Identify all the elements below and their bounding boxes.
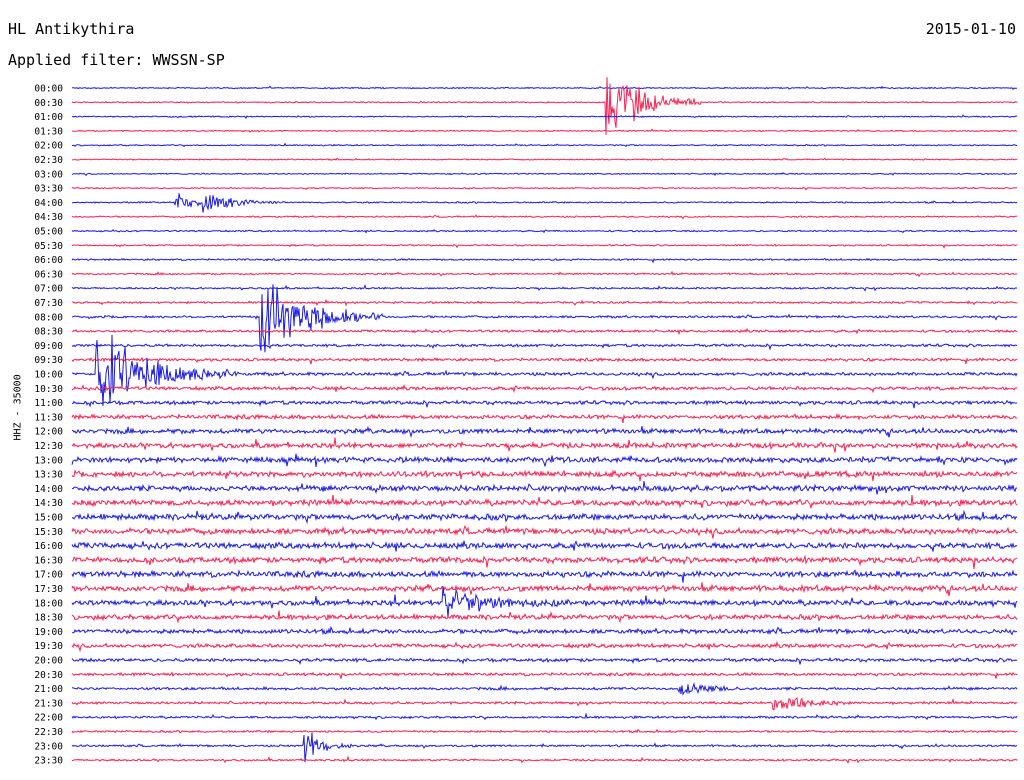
trace-line <box>71 712 1018 721</box>
trace-line <box>71 114 1018 120</box>
tick-label: 08:30 <box>34 327 63 338</box>
tick-label: 15:30 <box>34 527 63 538</box>
trace-line <box>71 494 1018 509</box>
tick-label: 05:30 <box>34 241 63 252</box>
tick-label: 16:00 <box>34 541 63 552</box>
tick-label: 06:00 <box>34 255 63 266</box>
tick-label: 19:00 <box>34 627 63 638</box>
tick-label: 07:00 <box>34 284 63 295</box>
tick-label: 22:30 <box>34 727 63 738</box>
trace-line <box>71 656 1018 665</box>
trace-line <box>71 172 1017 177</box>
tick-label: 21:30 <box>34 698 63 709</box>
tick-label: 00:00 <box>34 84 63 95</box>
trace-line <box>71 582 1018 597</box>
tick-label: 03:00 <box>34 169 63 180</box>
tick-label: 09:00 <box>34 341 63 352</box>
tick-label: 14:00 <box>34 484 63 495</box>
tick-label: 09:30 <box>34 355 63 366</box>
trace-line <box>71 412 1017 423</box>
trace-line <box>71 540 1018 552</box>
trace-line <box>71 85 1018 91</box>
tick-label: 17:00 <box>34 570 63 581</box>
trace-line <box>71 697 1018 711</box>
tick-label: 13:00 <box>34 455 63 466</box>
tick-label: 04:30 <box>34 212 63 223</box>
trace-line <box>71 437 1018 453</box>
trace-line <box>71 453 1018 467</box>
trace-line <box>71 569 1018 583</box>
trace-line <box>71 586 1018 618</box>
trace-line <box>71 625 1018 636</box>
tick-label: 12:00 <box>34 427 63 438</box>
tick-label: 03:30 <box>34 184 63 195</box>
trace-line <box>71 610 1018 624</box>
trace-line <box>71 243 1018 249</box>
trace-line <box>71 228 1018 234</box>
tick-label: 22:00 <box>34 713 63 724</box>
tick-label: 11:00 <box>34 398 63 409</box>
tick-label: 20:00 <box>34 656 63 667</box>
trace-line <box>72 755 1018 765</box>
tick-label: 18:00 <box>34 598 63 609</box>
tick-label: 13:30 <box>34 470 63 481</box>
trace-line <box>71 342 1018 351</box>
trace-line <box>71 186 1018 191</box>
trace-line <box>71 77 1018 135</box>
tick-label: 10:00 <box>34 370 63 381</box>
seismogram-plot: 00:00 00:30 01:00 01:30 02:00 02:30 03:00 03:30… <box>34 77 1018 767</box>
trace-line <box>71 214 1018 220</box>
trace-line <box>71 383 1018 394</box>
trace-line <box>71 681 1018 696</box>
tick-label: 05:00 <box>34 227 63 238</box>
tick-label: 08:00 <box>34 312 63 323</box>
trace-line <box>71 732 1018 763</box>
trace-line <box>72 425 1018 439</box>
tick-label: 01:30 <box>34 126 63 137</box>
trace-line <box>71 257 1018 264</box>
trace-line <box>71 671 1018 679</box>
tick-label: 10:30 <box>34 384 63 395</box>
trace-line <box>71 142 1018 148</box>
tick-label: 17:30 <box>34 584 63 595</box>
tick-labels: 00:00 00:30 01:00 01:30 02:00 02:30 03:00 03:30… <box>34 84 63 767</box>
tick-label: 07:30 <box>34 298 63 309</box>
tick-label: 04:00 <box>34 198 63 209</box>
trace-line <box>71 728 1018 734</box>
trace-line <box>71 327 1018 336</box>
tick-label: 02:30 <box>34 155 63 166</box>
trace-line <box>72 298 1018 307</box>
trace-line <box>71 399 1018 409</box>
trace-group <box>71 77 1018 765</box>
tick-label: 20:30 <box>34 670 63 681</box>
trace-line <box>71 270 1018 278</box>
tick-label: 11:30 <box>34 412 63 423</box>
trace-line <box>71 283 1018 292</box>
trace-line <box>71 356 1018 365</box>
tick-label: 19:30 <box>34 641 63 652</box>
tick-label: 23:00 <box>34 741 63 752</box>
trace-line <box>71 157 1018 161</box>
tick-label: 14:30 <box>34 498 63 509</box>
trace-line <box>71 284 1018 353</box>
tick-label: 01:00 <box>34 112 63 123</box>
trace-line <box>72 128 1018 133</box>
tick-label: 23:30 <box>34 756 63 767</box>
trace-line <box>71 481 1018 495</box>
tick-label: 00:30 <box>34 98 63 109</box>
trace-line <box>71 193 1018 213</box>
tick-label: 02:00 <box>34 141 63 152</box>
tick-label: 15:00 <box>34 513 63 524</box>
tick-label: 18:30 <box>34 613 63 624</box>
trace-line <box>71 469 1018 482</box>
tick-label: 21:00 <box>34 684 63 695</box>
tick-label: 16:30 <box>34 555 63 566</box>
trace-line <box>72 509 1018 525</box>
trace-line <box>71 554 1018 569</box>
trace-line <box>71 524 1017 539</box>
tick-label: 12:30 <box>34 441 63 452</box>
tick-label: 06:30 <box>34 269 63 280</box>
trace-line <box>71 640 1018 653</box>
